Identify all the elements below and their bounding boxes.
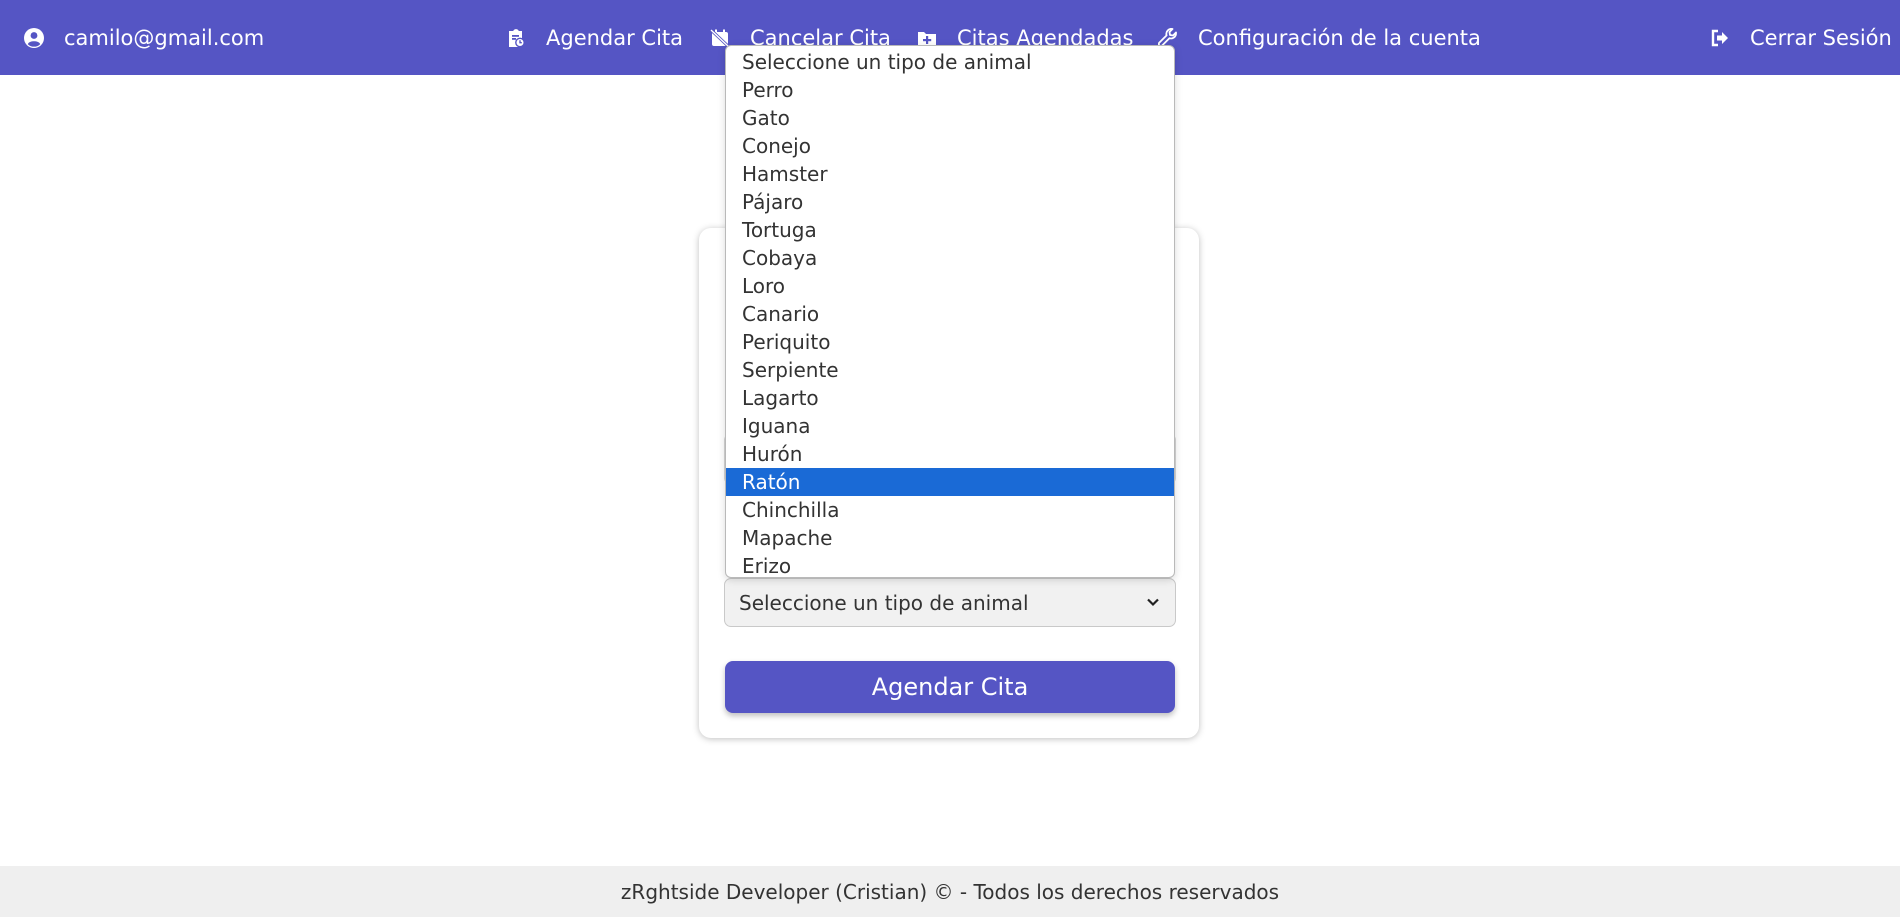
dropdown-option[interactable]: Canario: [726, 300, 1174, 328]
dropdown-option[interactable]: Tortuga: [726, 216, 1174, 244]
user-email: camilo@gmail.com: [64, 25, 265, 50]
dropdown-option[interactable]: Seleccione un tipo de animal: [726, 48, 1174, 76]
dropdown-option[interactable]: Mapache: [726, 524, 1174, 552]
dropdown-option[interactable]: Conejo: [726, 132, 1174, 160]
footer-text: zRghtside Developer (Cristian) © - Todos…: [620, 879, 1280, 904]
logout-label: Cerrar Sesión: [1750, 25, 1892, 50]
animal-type-select[interactable]: Seleccione un tipo de animal: [724, 578, 1176, 627]
dropdown-option[interactable]: Cobaya: [726, 244, 1174, 272]
animal-type-dropdown-list[interactable]: Seleccione un tipo de animal Perro Gato Con…: [725, 45, 1175, 578]
dropdown-option[interactable]: Perro: [726, 76, 1174, 104]
dropdown-option[interactable]: Hamster: [726, 160, 1174, 188]
dropdown-option[interactable]: Ratón: [726, 468, 1174, 496]
footer: zRghtside Developer (Cristian) © - Todos…: [0, 866, 1900, 917]
dropdown-option[interactable]: Gato: [726, 104, 1174, 132]
agendar-cita-button[interactable]: Agendar Cita: [725, 661, 1175, 713]
logout-button[interactable]: Cerrar Sesión: [1710, 0, 1892, 75]
clipboard-calendar-icon: [509, 28, 525, 47]
user-account[interactable]: camilo@gmail.com: [24, 0, 264, 75]
dropdown-option[interactable]: Iguana: [726, 412, 1174, 440]
dropdown-option[interactable]: Chinchilla: [726, 496, 1174, 524]
dropdown-option[interactable]: Pájaro: [726, 188, 1174, 216]
user-circle-icon: [24, 27, 44, 48]
dropdown-option[interactable]: Loro: [726, 272, 1174, 300]
dropdown-option[interactable]: Serpiente: [726, 356, 1174, 384]
calendar-cancel-icon: [710, 28, 730, 48]
dropdown-option[interactable]: Lagarto: [726, 384, 1174, 412]
nav-agendar-label: Agendar Cita: [546, 25, 684, 50]
sign-out-icon: [1711, 29, 1728, 46]
chevron-down-icon: [1147, 598, 1159, 607]
nav-config-label: Configuración de la cuenta: [1198, 25, 1481, 50]
dropdown-option[interactable]: Erizo: [726, 552, 1174, 577]
nav-configuracion[interactable]: Configuración de la cuenta: [1158, 0, 1481, 75]
dropdown-option[interactable]: Hurón: [726, 440, 1174, 468]
animal-type-select-value: Seleccione un tipo de animal: [739, 590, 1029, 615]
nav-agendar-cita[interactable]: Agendar Cita: [506, 0, 683, 75]
dropdown-option[interactable]: Periquito: [726, 328, 1174, 356]
